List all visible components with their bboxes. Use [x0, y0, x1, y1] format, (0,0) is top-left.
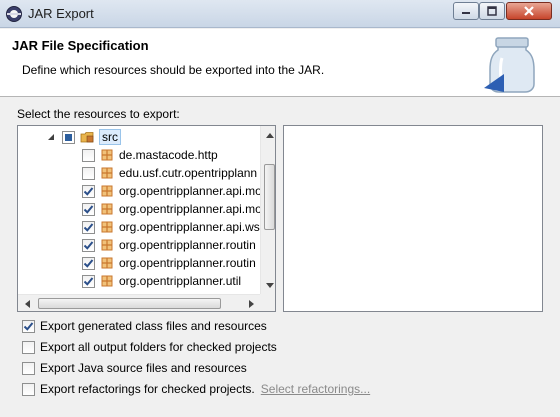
package-label: org.opentripplanner.api.mo	[119, 202, 262, 216]
export-option-1[interactable]: Export generated class files and resourc…	[22, 318, 267, 334]
header-banner: JAR File Specification Define which reso…	[0, 29, 560, 97]
package-checkbox[interactable]	[82, 148, 95, 162]
expand-arrow-icon[interactable]	[46, 132, 56, 142]
package-icon	[101, 239, 113, 251]
horizontal-scroll-thumb[interactable]	[38, 298, 221, 309]
check-mark-icon	[83, 222, 94, 232]
package-icon	[101, 257, 113, 269]
jar-wizard-icon	[484, 37, 535, 93]
eclipse-app-icon	[6, 6, 22, 22]
export-option-4[interactable]: Export refactorings for checked projects…	[22, 381, 370, 397]
tree-row-package[interactable]: edu.usf.cutr.opentripplann	[82, 164, 257, 182]
package-checkbox[interactable]	[82, 166, 95, 180]
window-title: JAR Export	[28, 6, 94, 21]
close-button[interactable]	[506, 2, 552, 20]
page-title: JAR File Specification	[12, 38, 149, 53]
tree-vertical-scrollbar[interactable]	[260, 126, 275, 294]
scroll-up-arrow-icon	[265, 132, 274, 138]
package-checkbox[interactable]	[82, 274, 95, 288]
package-checkbox[interactable]	[82, 238, 95, 252]
package-label: org.opentripplanner.routin	[119, 238, 256, 252]
scroll-left-arrow-icon	[24, 299, 30, 308]
page-description: Define which resources should be exporte…	[22, 63, 325, 77]
check-mark-icon	[83, 276, 94, 286]
check-mark-icon	[23, 321, 34, 331]
export-option-label: Export refactorings for checked projects…	[40, 382, 255, 396]
tree-horizontal-scrollbar[interactable]	[18, 294, 260, 311]
tree-row-package[interactable]: org.opentripplanner.routin	[82, 236, 256, 254]
package-checkbox[interactable]	[82, 202, 95, 216]
export-option-2[interactable]: Export all output folders for checked pr…	[22, 339, 277, 355]
check-mark-icon	[83, 258, 94, 268]
export-option-label: Export generated class files and resourc…	[40, 319, 267, 333]
check-mark-icon	[83, 240, 94, 250]
package-label: org.opentripplanner.routin	[119, 256, 256, 270]
package-icon	[101, 167, 113, 179]
package-icon	[101, 275, 113, 287]
tree-row-package[interactable]: org.opentripplanner.routin	[82, 254, 256, 272]
scroll-up-button[interactable]	[261, 126, 275, 143]
package-label: org.opentripplanner.api.mo	[119, 184, 262, 198]
scroll-right-button[interactable]	[243, 295, 260, 311]
export-option-checkbox[interactable]	[22, 361, 35, 375]
tree-row-package[interactable]: org.opentripplanner.api.ws	[82, 218, 260, 236]
vertical-scroll-thumb[interactable]	[264, 164, 275, 230]
export-option-3[interactable]: Export Java source files and resources	[22, 360, 247, 376]
scrollbar-corner	[260, 294, 275, 311]
package-checkbox[interactable]	[82, 184, 95, 198]
file-list-panel[interactable]	[283, 125, 543, 312]
package-icon	[101, 203, 113, 215]
package-icon	[101, 221, 113, 233]
src-label: src	[99, 129, 121, 145]
scroll-down-button[interactable]	[261, 277, 275, 294]
package-icon	[101, 149, 113, 161]
title-bar: JAR Export	[0, 0, 560, 28]
tree-row-package[interactable]: org.opentripplanner.util	[82, 272, 241, 290]
tree-row-package[interactable]: org.opentripplanner.api.mo	[82, 182, 262, 200]
maximize-button[interactable]	[479, 2, 505, 20]
package-checkbox[interactable]	[82, 256, 95, 270]
tree-row-package[interactable]: org.opentripplanner.api.mo	[82, 200, 262, 218]
check-mark-icon	[83, 186, 94, 196]
package-checkbox[interactable]	[82, 220, 95, 234]
maximize-icon	[487, 6, 497, 16]
export-option-checkbox[interactable]	[22, 340, 35, 354]
minimize-icon	[462, 12, 470, 14]
package-label: org.opentripplanner.api.ws	[119, 220, 260, 234]
package-label: org.opentripplanner.util	[119, 274, 242, 288]
resource-tree[interactable]: src de.mastacode.http edu.usf.cutr.opentr…	[17, 125, 276, 312]
scroll-down-arrow-icon	[265, 282, 274, 288]
export-option-checkbox[interactable]	[22, 382, 35, 396]
export-option-label: Export all output folders for checked pr…	[40, 340, 277, 354]
scroll-left-button[interactable]	[18, 295, 35, 311]
export-option-label: Export Java source files and resources	[40, 361, 247, 375]
package-label: de.mastacode.http	[119, 148, 218, 162]
package-icon	[101, 185, 113, 197]
check-mark-icon	[83, 204, 94, 214]
close-icon	[524, 6, 534, 16]
package-label: edu.usf.cutr.opentripplann	[119, 166, 258, 180]
tree-row-src[interactable]: src	[46, 128, 121, 146]
resources-label: Select the resources to export:	[17, 107, 180, 121]
export-option-checkbox[interactable]	[22, 319, 35, 333]
src-checkbox[interactable]	[62, 130, 75, 144]
select-refactorings-link[interactable]: Select refactorings...	[261, 382, 370, 396]
scroll-right-arrow-icon	[248, 299, 254, 308]
minimize-button[interactable]	[453, 2, 479, 20]
source-folder-icon	[80, 132, 94, 143]
tree-row-package[interactable]: de.mastacode.http	[82, 146, 218, 164]
